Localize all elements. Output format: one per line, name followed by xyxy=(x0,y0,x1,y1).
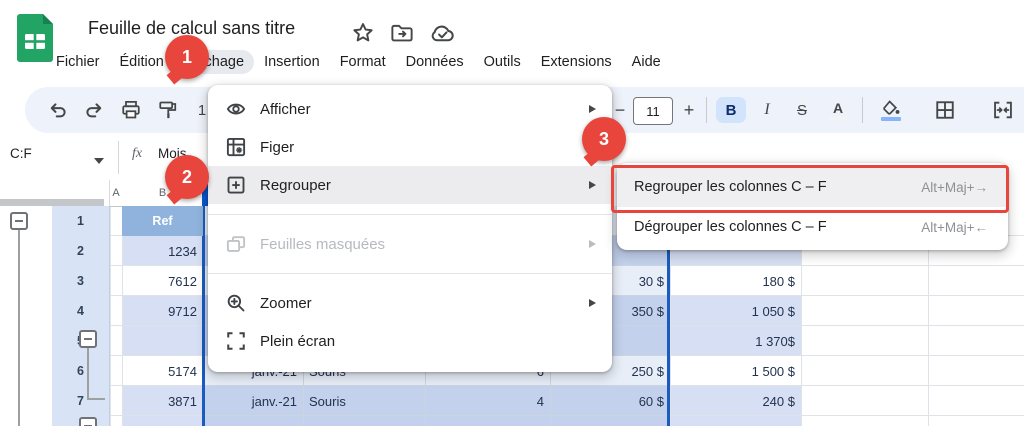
menubar-item-outils[interactable]: Outils xyxy=(474,50,531,74)
cell-D8[interactable]: Souris Total xyxy=(303,416,425,426)
strikethrough-button[interactable]: S xyxy=(788,97,816,123)
menu-item-label: Feuilles masquées xyxy=(260,235,386,253)
submenu-item-shortcut: Alt+Maj+← xyxy=(921,219,988,235)
merge-cells-icon[interactable] xyxy=(986,97,1020,123)
menu-item-label: Regrouper xyxy=(260,176,331,194)
undo-icon[interactable] xyxy=(45,97,71,123)
row-group-collapse-button[interactable] xyxy=(79,330,97,348)
annotation-badge-1: 1 xyxy=(165,35,209,85)
cell-D7[interactable]: Souris xyxy=(303,386,425,416)
view-menu: Afficher Figer Regrouper Feuilles masquées Z… xyxy=(208,85,612,372)
name-box[interactable]: C:F xyxy=(10,146,32,161)
submenu-item-dégrouper[interactable]: Dégrouper les colonnes C – F Alt+Maj+← xyxy=(617,207,1008,247)
cell-G4[interactable]: 1 050 $ xyxy=(670,296,801,326)
view-menu-item-plein-cran[interactable]: Plein écran xyxy=(208,322,612,360)
eye-icon xyxy=(226,99,246,119)
view-menu-item-figer[interactable]: Figer xyxy=(208,128,612,166)
menu-item-label: Plein écran xyxy=(260,332,336,350)
print-icon[interactable] xyxy=(117,97,145,123)
annotation-badge-2: 2 xyxy=(165,155,209,205)
cell-E7[interactable]: 4 xyxy=(425,386,550,416)
fill-color-icon[interactable] xyxy=(876,97,906,123)
submenu-arrow-icon xyxy=(589,181,596,189)
row-header-4[interactable]: 4 xyxy=(52,296,110,327)
move-to-folder-icon[interactable] xyxy=(390,22,413,44)
row-group-collapse-button[interactable] xyxy=(79,417,97,426)
menubar-item-aide[interactable]: Aide xyxy=(622,50,671,74)
view-menu-item-regrouper[interactable]: Regrouper xyxy=(208,166,612,204)
row-header-6[interactable]: 6 xyxy=(52,356,110,387)
menubar-item-format[interactable]: Format xyxy=(330,50,396,74)
annotation-badge-3: 3 xyxy=(582,117,626,167)
name-box-caret-icon[interactable] xyxy=(94,158,104,164)
text-color-button[interactable]: A xyxy=(824,97,852,123)
menu-divider xyxy=(208,273,612,274)
cloud-saved-icon[interactable] xyxy=(430,22,454,44)
cell-B2[interactable]: 1234 xyxy=(122,236,203,266)
menubar-item-données[interactable]: Données xyxy=(396,50,474,74)
cell-B6[interactable]: 5174 xyxy=(122,356,203,386)
italic-button[interactable]: I xyxy=(754,97,780,123)
row-group-line xyxy=(87,398,105,400)
menu-item-label: Figer xyxy=(260,138,295,156)
borders-icon[interactable] xyxy=(930,97,960,123)
cell-C7[interactable]: janv.-21 xyxy=(203,386,303,416)
fx-icon: fx xyxy=(132,146,143,161)
row-header-1[interactable]: 1 xyxy=(52,206,110,237)
submenu-arrow-icon xyxy=(589,240,596,248)
submenu-item-label: Dégrouper les colonnes C – F xyxy=(634,219,827,235)
menubar-item-fichier[interactable]: Fichier xyxy=(46,50,110,74)
view-menu-item-feuilles-masqu-es: Feuilles masquées xyxy=(208,225,612,263)
hidden-sheets-icon xyxy=(226,234,246,254)
view-menu-item-afficher[interactable]: Afficher xyxy=(208,90,612,128)
menu-item-label: Afficher xyxy=(260,100,311,118)
cell-G5[interactable]: 1 370$ xyxy=(670,326,801,356)
menubar: Fichier Édition Affichage Insertion Format Do… xyxy=(46,48,671,76)
row-group-line xyxy=(18,230,20,426)
star-icon[interactable] xyxy=(352,22,374,44)
menu-divider xyxy=(208,214,612,215)
paint-format-icon[interactable] xyxy=(154,97,182,123)
cell-G6[interactable]: 1 500 $ xyxy=(670,356,801,386)
row-header-2[interactable]: 2 xyxy=(52,236,110,267)
cell-F7[interactable]: 60 $ xyxy=(550,386,670,416)
menubar-item-extensions[interactable]: Extensions xyxy=(531,50,622,74)
gridline-v xyxy=(110,180,111,426)
font-size-input[interactable]: 11 xyxy=(633,97,673,125)
row-header-7[interactable]: 7 xyxy=(52,386,110,417)
text-color-label: A xyxy=(832,99,844,116)
font-size-increase-button[interactable]: + xyxy=(678,97,700,123)
submenu-arrow-icon xyxy=(589,105,596,113)
redo-icon[interactable] xyxy=(81,97,107,123)
freeze-icon xyxy=(226,137,246,157)
submenu-arrow-icon xyxy=(589,299,596,307)
cell-B7[interactable]: 3871 xyxy=(122,386,203,416)
callout-rectangle xyxy=(611,165,1009,213)
cell-B4[interactable]: 9712 xyxy=(122,296,203,326)
cell-G7[interactable]: 240 $ xyxy=(670,386,801,416)
group-icon xyxy=(226,175,246,195)
menubar-item-insertion[interactable]: Insertion xyxy=(254,50,330,74)
row-group-collapse-button[interactable] xyxy=(10,212,28,230)
fullscreen-icon xyxy=(226,331,246,351)
row-group-line xyxy=(87,348,89,400)
cell-B1[interactable]: Ref xyxy=(122,206,203,236)
menu-item-label: Zoomer xyxy=(260,294,312,312)
cell-B3[interactable]: 7612 xyxy=(122,266,203,296)
row-header-3[interactable]: 3 xyxy=(52,266,110,297)
bold-button[interactable]: B xyxy=(716,97,746,123)
zoom-in-icon xyxy=(226,293,246,313)
corner-gray-bar xyxy=(0,199,104,206)
view-menu-item-zoomer[interactable]: Zoomer xyxy=(208,284,612,322)
google-sheets-window: Feuille de calcul sans titre Fichier Édit… xyxy=(0,0,1024,426)
cell-G8[interactable]: 1 740 $ xyxy=(670,416,801,426)
cell-G3[interactable]: 180 $ xyxy=(670,266,801,296)
